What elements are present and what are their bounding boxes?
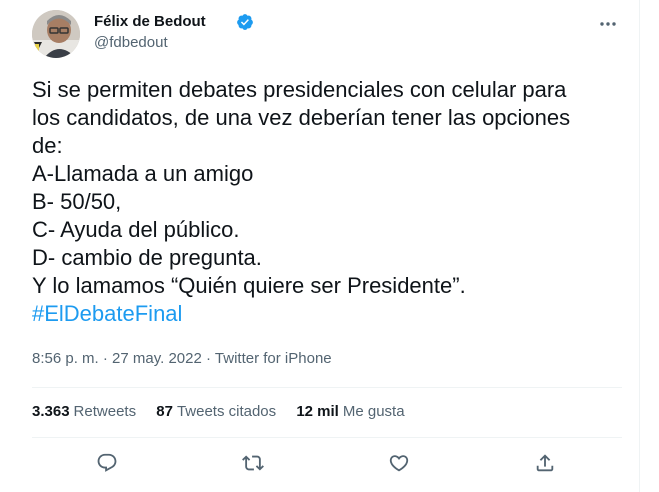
likes-count: 12 mil	[296, 403, 339, 420]
tweet-date[interactable]: 27 may. 2022	[112, 350, 202, 367]
reply-bubble-icon[interactable]	[96, 452, 120, 476]
display-name[interactable]: Félix de Bedout	[94, 13, 206, 30]
quote-tweets-count: 87	[156, 403, 173, 420]
tweet-card: Félix de Bedout @fdbedout Si se permiten…	[0, 0, 640, 492]
meta-separator: ·	[102, 350, 108, 367]
tweet-meta: 8:56 p. m. · 27 may. 2022 · Twitter for …	[32, 350, 332, 367]
tweet-line: de:	[32, 133, 63, 158]
more-dots-icon[interactable]	[598, 14, 618, 34]
likes-label: Me gusta	[342, 403, 405, 420]
tweet-header: Félix de Bedout @fdbedout	[32, 10, 622, 58]
verified-badge-icon	[236, 13, 254, 31]
quote-tweets-label: Tweets citados	[176, 403, 277, 420]
avatar-photo	[32, 10, 80, 58]
quote-tweets-stat[interactable]: 87 Tweets citados	[156, 403, 276, 420]
retweet-icon[interactable]	[242, 452, 266, 476]
share-upload-icon[interactable]	[534, 452, 558, 476]
tweet-line: Si se permiten debates presidenciales co…	[32, 77, 567, 102]
divider	[32, 437, 622, 438]
tweet-source[interactable]: Twitter for iPhone	[215, 350, 332, 367]
tweet-line: los candidatos, de una vez deberían tene…	[32, 105, 571, 130]
tweet-line: D- cambio de pregunta.	[32, 245, 262, 270]
retweets-label: Retweets	[73, 403, 137, 420]
divider	[32, 387, 622, 388]
tweet-stats: 3.363 Retweets 87 Tweets citados 12 mil Me …	[32, 403, 421, 420]
tweet-line: B- 50/50,	[32, 189, 122, 214]
user-handle[interactable]: @fdbedout	[94, 34, 168, 51]
tweet-line: C- Ayuda del público.	[32, 217, 240, 242]
tweet-actions	[32, 448, 622, 482]
heart-icon[interactable]	[388, 452, 412, 476]
retweets-stat[interactable]: 3.363 Retweets	[32, 403, 136, 420]
likes-stat[interactable]: 12 mil Me gusta	[296, 403, 404, 420]
tweet-line: A-Llamada a un amigo	[32, 161, 254, 186]
avatar[interactable]	[32, 10, 80, 58]
meta-separator: ·	[206, 350, 211, 367]
hashtag-link[interactable]: #ElDebateFinal	[32, 300, 622, 328]
retweets-count: 3.363	[32, 403, 70, 420]
tweet-line: Y lo lamamos “Quién quiere ser President…	[32, 273, 466, 298]
tweet-time[interactable]: 8:56 p. m.	[32, 350, 99, 367]
tweet-text: Si se permiten debates presidenciales co…	[32, 76, 622, 328]
